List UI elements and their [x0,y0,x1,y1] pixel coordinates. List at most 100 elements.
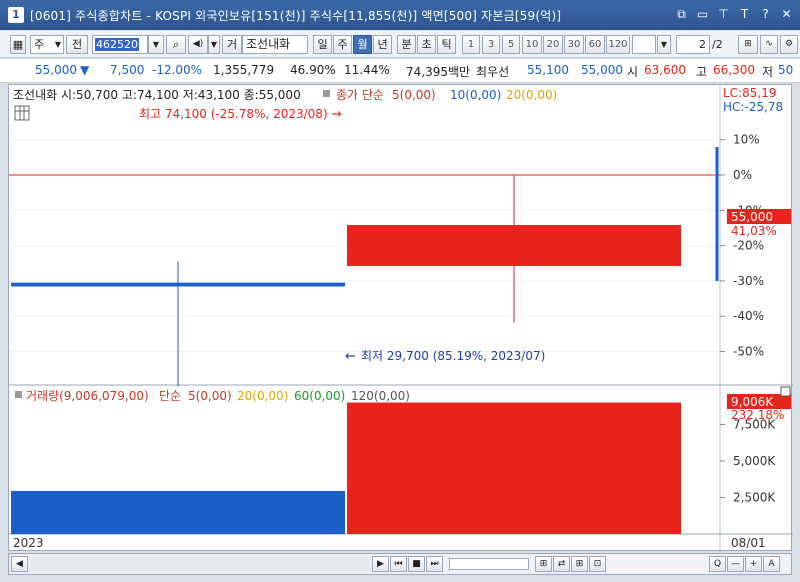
stock-code-input[interactable]: 462520 [92,35,148,54]
volume-tick-label: 5,000K [733,454,776,468]
interval-30-button[interactable]: 30 [564,35,584,54]
interval-120-button[interactable]: 120 [606,35,630,54]
low-label: 저 [762,65,774,79]
ma10-label: 10(0,00) [450,88,501,102]
price-change: 7,500 [110,63,145,77]
interval-custom-field[interactable] [632,35,656,54]
period-year-button[interactable]: 년 [373,35,392,54]
bottom-scrollbar[interactable]: ◀ ▶ ⏮ ■ ⏭ ⊞ ⇄ ⊞ ⊡ Q — + A [8,553,792,575]
x-axis-right-label: 08/01 [731,536,766,550]
ma-label: 종가 단순 [336,88,384,102]
period-week-button[interactable]: 주 [333,35,352,54]
font-icon[interactable]: T [737,6,752,22]
interval-dropdown-icon[interactable]: ▼ [657,35,671,54]
price-tick-label: -30% [733,274,764,288]
menu-grid-icon[interactable]: ▦ [10,35,26,54]
open-label: 시 [627,65,639,79]
toolbar: ▦ 주 ▼ 전 462520 ▼ ⌕ ◀) ▼ 거 조선내화 일 주 월 년 분 … [0,31,800,58]
stop-icon[interactable]: ■ [408,556,425,572]
min-arrow-icon: ← [345,349,356,364]
volume-tick-label: 2,500K [733,491,776,505]
volume-axis-ticks: 7,500K 5,000K 2,500K [720,418,776,505]
first-page-icon[interactable]: ⏮ [390,556,407,572]
volume-ma60-label: 60(0,00) [294,389,345,403]
speaker-icon[interactable]: ◀) [188,35,208,54]
hc-label: HC:-25,78 [723,100,783,114]
zoom-slider[interactable] [449,558,529,570]
last-page-icon[interactable]: ⏭ [426,556,443,572]
interval-20-button[interactable]: 20 [543,35,563,54]
swap-icon[interactable]: ⇄ [553,556,570,572]
interval-3-button[interactable]: 3 [482,35,500,54]
best-quote-label: 최우선 [476,65,510,79]
speaker-dropdown-icon[interactable]: ▼ [208,35,220,54]
trade-amount: 74,395백만 [406,65,471,79]
candle-body [347,225,681,266]
volume-close-icon[interactable] [780,386,791,397]
restore-icon[interactable]: ▭ [695,6,710,22]
scroll-right-icon[interactable]: ▶ [372,556,389,572]
search-icon[interactable]: ⌕ [166,35,186,54]
interval-5-button[interactable]: 5 [502,35,520,54]
close-icon[interactable]: ✕ [779,6,794,22]
period-month-button[interactable]: 월 [353,35,372,54]
volume-tick-label: 7,500K [733,418,776,432]
scroll-track[interactable] [30,557,370,571]
price-tick-label: -50% [733,345,764,359]
price-tick-label: -40% [733,309,764,323]
link-window-icon[interactable]: ⧉ [674,6,689,22]
all-button[interactable]: 전 [66,35,88,54]
help-icon[interactable]: ? [758,6,773,22]
trend-tool-icon[interactable]: ∿ [760,35,778,54]
market-select[interactable]: 주 ▼ [30,35,64,54]
chart-area[interactable]: 조선내화 시:50,700 고:74,100 저:43,100 종:55,000… [8,84,793,552]
ma20-label: 20(0,00) [506,88,557,102]
high-label: 고 [696,65,708,79]
volume-bars [11,402,681,534]
zoom-out-icon[interactable]: — [727,556,744,572]
down-arrow-icon: ▼ [80,63,90,77]
volume-marker-icon [15,391,22,398]
title-bar: 1 [0601] 주식종합차트 - KOSPI 외국인보유[151(천)] 주식… [0,0,800,30]
split-icon[interactable]: ⊞ [571,556,588,572]
max-annotation: 최고 74,100 (-25.78%, 2023/08) [139,107,328,121]
volume-ma120-label: 120(0,00) [351,389,410,403]
layout-icon[interactable]: ⊞ [535,556,552,572]
text-icon[interactable]: A [763,556,780,572]
grid-chart-icon[interactable]: ⊞ [738,35,758,54]
pin-icon[interactable]: ⊤ [716,6,731,22]
scroll-left-icon[interactable]: ◀ [11,556,28,572]
table-toggle-icon[interactable] [14,105,30,121]
price-change-pct: -12.00% [152,63,203,77]
current-price: 55,000 [35,63,77,77]
interval-10-button[interactable]: 10 [522,35,542,54]
trade-volume: 1,355,779 [213,63,275,77]
price-axis-ticks: 10%0%-10%-20%-30%-40%-50% [720,133,764,359]
period-second-button[interactable]: 초 [417,35,436,54]
period-day-button[interactable]: 일 [313,35,332,54]
min-annotation: 최저 29,700 (85.19%, 2023/07) [361,349,545,363]
window-title: [0601] 주식종합차트 - KOSPI 외국인보유[151(천)] 주식수[… [30,8,562,23]
page-input[interactable]: 2 [676,35,710,54]
volume-bar [347,402,681,534]
interval-1-button[interactable]: 1 [462,35,480,54]
interval-60-button[interactable]: 60 [585,35,605,54]
price-tick-label: 0% [733,168,752,182]
zoom-in-icon[interactable]: + [745,556,762,572]
settings-tool-icon[interactable]: ⚙ [780,35,798,54]
page-total: /2 [712,38,723,51]
frame-icon[interactable]: ⊡ [589,556,606,572]
price-tick-label: -20% [733,239,764,253]
zoom-icon[interactable]: Q [709,556,726,572]
code-dropdown-chevron-icon[interactable]: ▼ [148,35,164,54]
volume-bar [11,490,345,534]
period-minute-button[interactable]: 분 [397,35,416,54]
volume-ma-label: 단순 [159,389,181,403]
chart-svg[interactable]: 조선내화 시:50,700 고:74,100 저:43,100 종:55,000… [9,85,793,552]
ge-button[interactable]: 거 [222,35,242,54]
period-tick-button[interactable]: 틱 [437,35,456,54]
chevron-down-icon: ▼ [54,40,61,49]
current-pct-tag-text: 41,03% [731,224,777,238]
current-volume-tag-text: 9,006K [731,395,774,409]
lc-label: LC:85,19 [723,86,776,100]
